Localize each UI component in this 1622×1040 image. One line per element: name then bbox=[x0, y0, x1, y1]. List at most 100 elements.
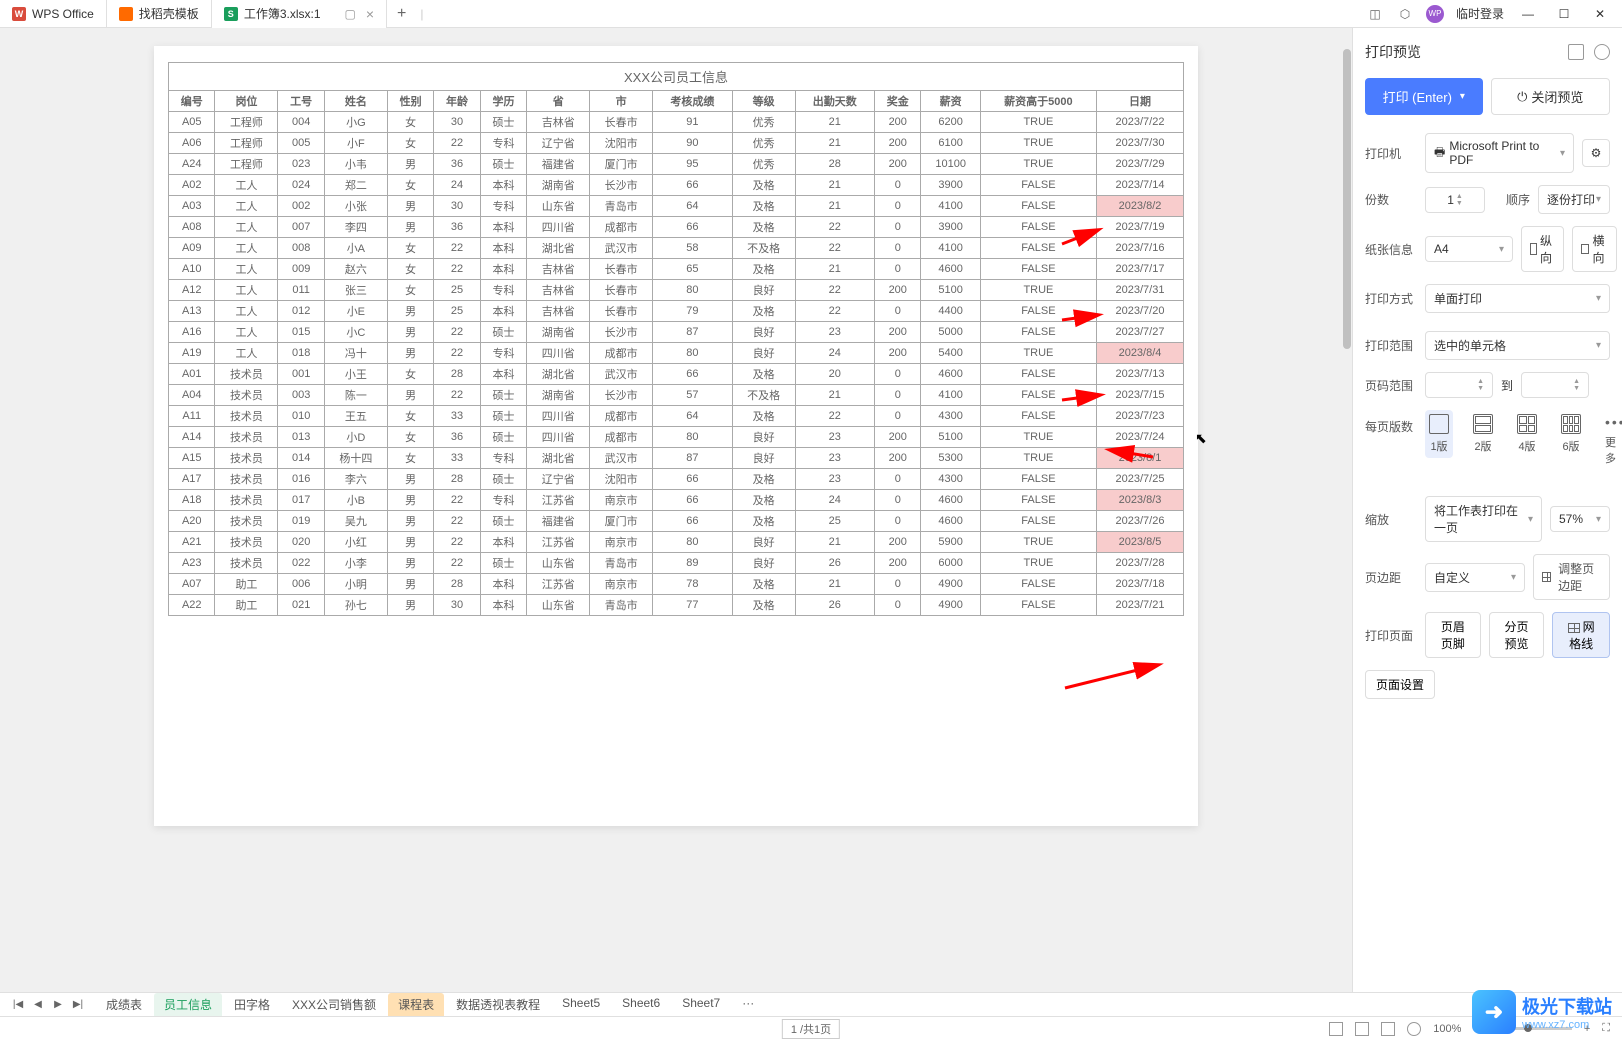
status-bar: 1 /共1页 100% − + ⛶ bbox=[0, 1016, 1622, 1040]
scale-percent-select[interactable]: 57%▾ bbox=[1550, 506, 1610, 532]
print-range-select[interactable]: 选中的单元格▾ bbox=[1425, 331, 1610, 360]
page-to-input[interactable]: ▲▼ bbox=[1521, 372, 1589, 398]
table-cell: 成都市 bbox=[590, 427, 653, 448]
table-cell: 技术员 bbox=[215, 385, 278, 406]
minimize-button[interactable]: — bbox=[1516, 2, 1540, 26]
table-cell: 工人 bbox=[215, 301, 278, 322]
scale-select[interactable]: 将工作表打印在一页▾ bbox=[1425, 496, 1542, 542]
printer-select[interactable]: 🖶Microsoft Print to PDF ▾ bbox=[1425, 133, 1574, 173]
adjust-margin-button[interactable]: 调整页边距 bbox=[1533, 554, 1610, 600]
sheet-nav-next[interactable]: ▶ bbox=[48, 995, 68, 1015]
table-cell: 22 bbox=[434, 490, 480, 511]
sheet-tab[interactable]: ··· bbox=[732, 993, 764, 1016]
view-layout-icon[interactable] bbox=[1355, 1022, 1369, 1036]
sheet-nav-last[interactable]: ▶| bbox=[68, 995, 88, 1015]
cube-icon[interactable]: ⬡ bbox=[1396, 5, 1414, 23]
sheet-nav-first[interactable]: |◀ bbox=[8, 995, 28, 1015]
panel-toggle-icon[interactable]: ◫ bbox=[1366, 5, 1384, 23]
table-cell: 男 bbox=[387, 217, 433, 238]
sheet-tab[interactable]: 数据透视表教程 bbox=[446, 993, 550, 1016]
table-cell: 男 bbox=[387, 343, 433, 364]
print-method-select[interactable]: 单面打印▾ bbox=[1425, 284, 1610, 313]
table-cell: 79 bbox=[653, 301, 732, 322]
vertical-scrollbar[interactable] bbox=[1342, 28, 1352, 992]
spinner-icon[interactable]: ▲▼ bbox=[1573, 378, 1580, 392]
print-page-label: 打印页面 bbox=[1365, 627, 1417, 644]
pagebreak-preview-button[interactable]: 分页预览 bbox=[1489, 612, 1545, 658]
close-preview-button[interactable]: ⏻ 关闭预览 bbox=[1491, 78, 1611, 115]
table-cell: 吴九 bbox=[324, 511, 387, 532]
sheet-tab[interactable]: 员工信息 bbox=[154, 993, 222, 1016]
chevron-down-icon: ▾ bbox=[1596, 340, 1601, 351]
gridlines-button[interactable]: 网格线 bbox=[1552, 612, 1610, 658]
refresh-icon[interactable] bbox=[1594, 44, 1610, 60]
tab-overflow-icon[interactable]: ▢ bbox=[345, 7, 356, 21]
table-header: 考核成绩 bbox=[653, 91, 732, 112]
sheet-tab[interactable]: 课程表 bbox=[388, 993, 444, 1016]
view-reading-icon[interactable] bbox=[1407, 1022, 1421, 1036]
scrollbar-thumb[interactable] bbox=[1343, 49, 1351, 349]
printer-settings-button[interactable]: ⚙ bbox=[1582, 139, 1610, 167]
layout-1[interactable]: 1版 bbox=[1425, 410, 1453, 458]
margin-select[interactable]: 自定义▾ bbox=[1425, 563, 1525, 592]
tab-docer[interactable]: 找稻壳模板 bbox=[107, 0, 212, 28]
close-icon[interactable]: × bbox=[366, 6, 374, 22]
table-cell: 湖北省 bbox=[527, 364, 590, 385]
layout-4[interactable]: 4版 bbox=[1513, 410, 1541, 458]
tab-wps-home[interactable]: W WPS Office bbox=[0, 0, 107, 28]
sheet-tab[interactable]: XXX公司销售额 bbox=[282, 993, 386, 1016]
table-cell: 女 bbox=[387, 427, 433, 448]
layout-options: 1版 2版 4版 6版 •••更多 bbox=[1425, 410, 1622, 470]
more-icon: ••• bbox=[1605, 414, 1622, 430]
table-cell: FALSE bbox=[980, 175, 1096, 196]
copies-input[interactable]: 1 ▲▼ bbox=[1425, 187, 1485, 213]
sheet-tab[interactable]: 田字格 bbox=[224, 993, 280, 1016]
page-from-input[interactable]: ▲▼ bbox=[1425, 372, 1493, 398]
table-cell: 57 bbox=[653, 385, 732, 406]
tab-workbook[interactable]: S 工作簿3.xlsx:1 ▢ × bbox=[212, 0, 387, 28]
sheet-tab[interactable]: Sheet5 bbox=[552, 993, 610, 1016]
spinner-icon[interactable]: ▲▼ bbox=[1477, 378, 1484, 392]
sheet-nav-prev[interactable]: ◀ bbox=[28, 995, 48, 1015]
table-cell: 小D bbox=[324, 427, 387, 448]
sheet-tab[interactable]: Sheet6 bbox=[612, 993, 670, 1016]
layout-more[interactable]: •••更多 bbox=[1601, 410, 1622, 470]
header-footer-button[interactable]: 页眉页脚 bbox=[1425, 612, 1481, 658]
add-tab-button[interactable]: + bbox=[387, 5, 416, 23]
chevron-down-icon: ▾ bbox=[1499, 244, 1504, 255]
portrait-button[interactable]: 纵向 bbox=[1521, 226, 1564, 272]
layout-icon[interactable] bbox=[1568, 44, 1584, 60]
spinner-icon[interactable]: ▲▼ bbox=[1456, 193, 1463, 207]
table-cell: 专科 bbox=[480, 448, 526, 469]
paper-select[interactable]: A4▾ bbox=[1425, 236, 1513, 262]
table-cell: 吉林省 bbox=[527, 301, 590, 322]
table-cell: 200 bbox=[875, 427, 921, 448]
table-cell: 005 bbox=[278, 133, 324, 154]
print-button[interactable]: 打印 (Enter) ▾ bbox=[1365, 78, 1483, 115]
table-cell: 5400 bbox=[921, 343, 980, 364]
sheet-tab[interactable]: 成绩表 bbox=[96, 993, 152, 1016]
table-cell: 良好 bbox=[732, 343, 795, 364]
table-cell: 及格 bbox=[732, 196, 795, 217]
zoom-value[interactable]: 100% bbox=[1433, 1023, 1461, 1035]
landscape-button[interactable]: 横向 bbox=[1572, 226, 1617, 272]
table-cell: 0 bbox=[875, 490, 921, 511]
table-cell: 厦门市 bbox=[590, 511, 653, 532]
table-cell: 024 bbox=[278, 175, 324, 196]
maximize-button[interactable]: ☐ bbox=[1552, 2, 1576, 26]
layout-2[interactable]: 2版 bbox=[1469, 410, 1497, 458]
login-label[interactable]: 临时登录 bbox=[1456, 5, 1504, 22]
table-cell: 89 bbox=[653, 553, 732, 574]
table-row: A23技术员022小李男22硕士山东省青岛市89良好262006000TRUE2… bbox=[169, 553, 1184, 574]
page-setup-button[interactable]: 页面设置 bbox=[1365, 670, 1435, 699]
layout-6[interactable]: 6版 bbox=[1557, 410, 1585, 458]
sheet-tab[interactable]: Sheet7 bbox=[672, 993, 730, 1016]
table-cell: 21 bbox=[795, 175, 874, 196]
table-cell: 3900 bbox=[921, 175, 980, 196]
order-select[interactable]: 逐份打印▾ bbox=[1538, 185, 1610, 214]
close-button[interactable]: ✕ bbox=[1588, 2, 1612, 26]
avatar[interactable]: WP bbox=[1426, 5, 1444, 23]
view-normal-icon[interactable] bbox=[1329, 1022, 1343, 1036]
view-pagebreak-icon[interactable] bbox=[1381, 1022, 1395, 1036]
table-cell: A04 bbox=[169, 385, 215, 406]
